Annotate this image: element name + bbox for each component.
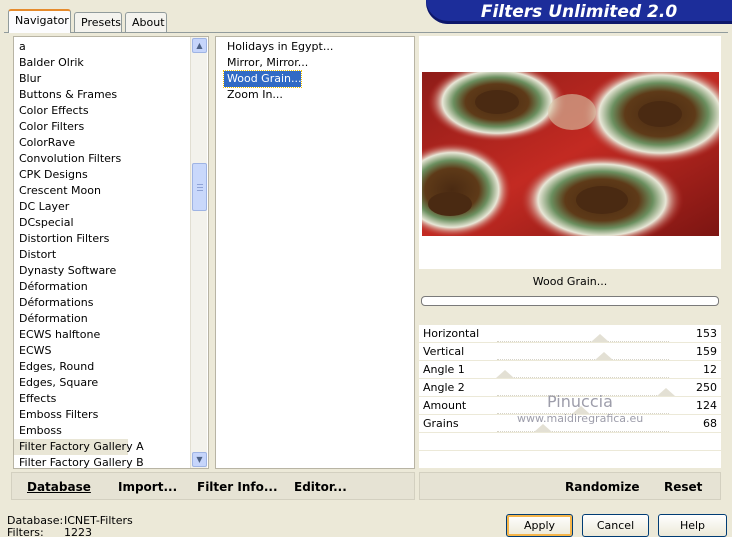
filter-item[interactable]: Wood Grain... — [222, 70, 303, 88]
param-empty-row — [419, 433, 721, 451]
slider-knob[interactable] — [591, 334, 610, 342]
category-item[interactable]: Distortion Filters — [14, 231, 208, 247]
slider-knob[interactable] — [656, 388, 675, 396]
param-value: 12 — [703, 363, 717, 376]
filter-item[interactable]: Holidays in Egypt... — [224, 39, 333, 55]
param-value: 68 — [703, 417, 717, 430]
import-button[interactable]: Import... — [118, 480, 177, 494]
category-item[interactable]: ColorRave — [14, 135, 208, 151]
watermark-name: Pinuccia — [547, 392, 613, 411]
category-item[interactable]: DC Layer — [14, 199, 208, 215]
category-item[interactable]: Color Filters — [14, 119, 208, 135]
filter-info-button[interactable]: Filter Info... — [197, 480, 278, 494]
param-label: Angle 2 — [423, 381, 465, 394]
progress-bar — [421, 296, 719, 306]
category-item[interactable]: Emboss Filters — [14, 407, 208, 423]
slider-knob[interactable] — [595, 352, 614, 360]
preview-image — [422, 72, 719, 236]
tab-navigator[interactable]: Navigator — [8, 9, 71, 33]
filter-item[interactable]: Mirror, Mirror... — [224, 55, 308, 71]
category-item[interactable]: Color Effects — [14, 103, 208, 119]
category-item[interactable]: Buttons & Frames — [14, 87, 208, 103]
filter-list[interactable]: Holidays in Egypt... Mirror, Mirror... Woo… — [215, 36, 415, 469]
category-item[interactable]: Balder Olrik — [14, 55, 208, 71]
param-label: Grains — [423, 417, 459, 430]
param-value: 250 — [696, 381, 717, 394]
preview-panel — [419, 36, 721, 269]
tab-about[interactable]: About — [125, 12, 167, 32]
category-item[interactable]: Filter Factory Gallery B — [14, 455, 208, 468]
category-item[interactable]: CPK Designs — [14, 167, 208, 183]
param-label: Horizontal — [423, 327, 480, 340]
brand-banner: Filters Unlimited 2.0 — [426, 0, 732, 24]
category-item[interactable]: Distort — [14, 247, 208, 263]
param-track[interactable] — [497, 429, 669, 432]
category-item[interactable]: Crescent Moon — [14, 183, 208, 199]
category-item[interactable]: Convolution Filters — [14, 151, 208, 167]
category-item[interactable]: DCspecial — [14, 215, 208, 231]
param-value: 124 — [696, 399, 717, 412]
category-item[interactable]: Effects — [14, 391, 208, 407]
apply-button[interactable]: Apply — [506, 514, 573, 537]
category-item[interactable]: Blur — [14, 71, 208, 87]
help-button[interactable]: Help — [658, 514, 727, 537]
category-item[interactable]: Déformation — [14, 311, 208, 327]
database-button[interactable]: Database — [27, 480, 91, 494]
tab-presets[interactable]: Presets — [74, 12, 122, 32]
slider-knob[interactable] — [533, 424, 552, 432]
param-track[interactable] — [497, 339, 669, 342]
watermark-url: www.maidiregrafica.eu — [517, 412, 644, 425]
param-track[interactable] — [497, 375, 669, 378]
filter-name-label: Wood Grain... — [532, 275, 608, 288]
reset-button[interactable]: Reset — [664, 480, 702, 494]
param-slider-row[interactable]: Angle 1 12 — [419, 361, 721, 379]
category-list[interactable]: a Balder Olrik Blur Buttons & Frames Color E… — [13, 36, 209, 469]
param-label: Amount — [423, 399, 467, 412]
param-value: 159 — [696, 345, 717, 358]
scroll-up-button[interactable]: ▲ — [192, 38, 207, 53]
category-item[interactable]: Emboss — [14, 423, 208, 439]
status-filters-value: 1223 — [64, 526, 92, 537]
randomize-button[interactable]: Randomize — [565, 480, 639, 494]
tab-divider — [4, 32, 728, 33]
category-scrollbar[interactable]: ▲ ▼ — [190, 37, 207, 468]
param-value: 153 — [696, 327, 717, 340]
category-item[interactable]: ECWS — [14, 343, 208, 359]
param-label: Angle 1 — [423, 363, 465, 376]
category-item[interactable]: Edges, Square — [14, 375, 208, 391]
filter-item[interactable]: Zoom In... — [224, 87, 283, 103]
param-empty-row — [419, 451, 721, 469]
category-item[interactable]: Filter Factory Gallery A — [14, 439, 144, 455]
param-label: Vertical — [423, 345, 465, 358]
cancel-button[interactable]: Cancel — [582, 514, 649, 537]
category-item[interactable]: Dynasty Software — [14, 263, 208, 279]
category-item[interactable]: Déformation — [14, 279, 208, 295]
status-filters-label: Filters: — [7, 526, 44, 537]
scroll-thumb[interactable] — [192, 163, 207, 211]
scroll-down-button[interactable]: ▼ — [192, 452, 207, 467]
slider-knob[interactable] — [496, 370, 515, 378]
category-item[interactable]: ECWS halftone — [14, 327, 208, 343]
right-button-bar: Randomize Reset — [419, 472, 721, 500]
param-slider-row[interactable]: Horizontal 153 — [419, 325, 721, 343]
param-track[interactable] — [497, 357, 669, 360]
editor-button[interactable]: Editor... — [294, 480, 347, 494]
category-item[interactable]: Edges, Round — [14, 359, 208, 375]
category-item[interactable]: a — [14, 39, 208, 55]
param-slider-row[interactable]: Vertical 159 — [419, 343, 721, 361]
grip-icon — [197, 184, 203, 191]
left-button-bar: Database Import... Filter Info... Editor… — [11, 472, 415, 500]
category-item[interactable]: Déformations — [14, 295, 208, 311]
